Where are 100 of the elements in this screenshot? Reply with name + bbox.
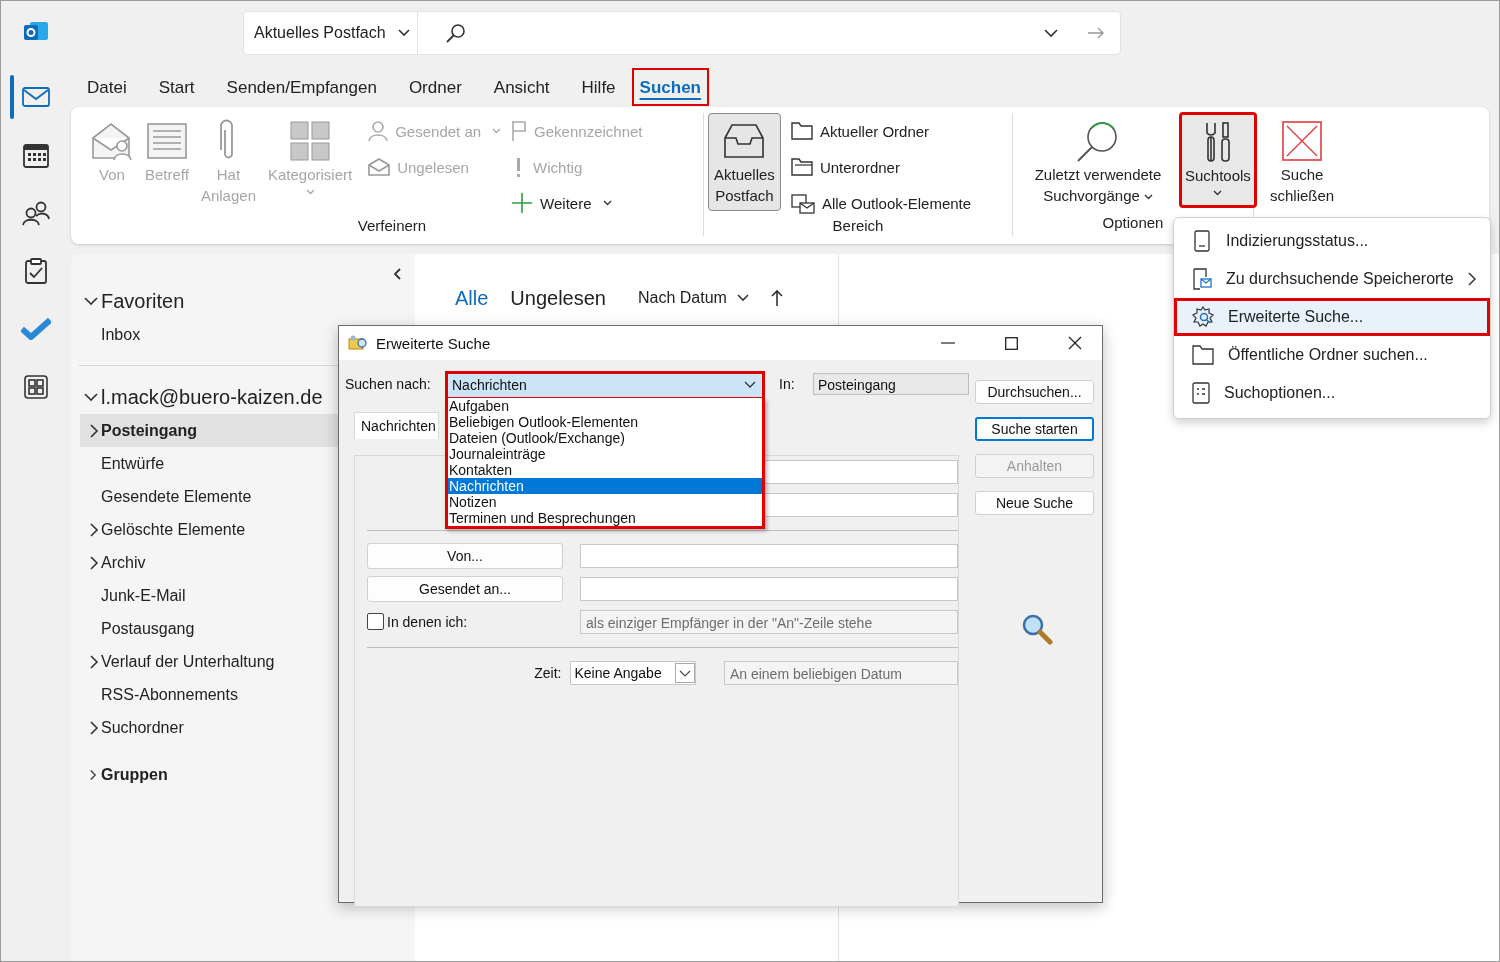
menu-item-label: Indizierungsstatus...	[1226, 232, 1370, 250]
folder-header[interactable]: Favoriten	[71, 284, 415, 318]
clipboard-check-icon[interactable]	[25, 258, 47, 284]
dropdown-option[interactable]: Journaleinträge	[448, 445, 762, 462]
folder-header-label: l.mack@buero-kaizen.de	[101, 385, 323, 409]
search-box[interactable]: Aktuelles Postfach	[243, 11, 1121, 55]
menu-item[interactable]: Zu durchsuchende Speicherorte	[1174, 260, 1490, 298]
calendar-icon[interactable]	[23, 142, 49, 168]
caret-icon	[674, 662, 695, 683]
close-icon	[1282, 118, 1323, 164]
ribbon-button[interactable]: Suchtools	[1179, 112, 1257, 208]
group-label: Optionen	[1101, 214, 1165, 233]
menu-tab[interactable]: Senden/Empfangen	[210, 68, 393, 106]
date-dropdown[interactable]: An einem beliebigen Datum	[723, 660, 958, 685]
folder-label: Gesendete Elemente	[101, 487, 252, 506]
sort-arrow-icon[interactable]	[770, 289, 783, 307]
menu-item[interactable]: Öffentliche Ordner suchen...	[1174, 336, 1490, 374]
field-label: Zeit:	[533, 664, 562, 681]
folder-label: Archiv	[101, 553, 146, 572]
group-label: Verfeinern	[356, 217, 428, 236]
folder-icon	[790, 158, 813, 176]
collapse-icon[interactable]	[393, 268, 401, 280]
sent-to-button[interactable]: Gesendet an...	[367, 575, 563, 602]
caret-icon	[744, 381, 756, 389]
folder-label: Verlauf der Unterhaltung	[101, 652, 275, 671]
filter-tab[interactable]: Ungelesen	[510, 286, 606, 310]
dropdown-option[interactable]: Kontakten	[448, 461, 762, 478]
chevron-right-icon	[87, 522, 101, 537]
calendar-envelope-icon	[790, 192, 815, 214]
document-icon	[1192, 230, 1212, 252]
dropdown-option[interactable]: Dateien (Outlook/Exchange)	[448, 429, 762, 446]
menu-tab[interactable]: Hilfe	[565, 68, 632, 106]
tools-icon	[1203, 119, 1232, 165]
menu-item[interactable]: Suchoptionen...	[1174, 374, 1490, 412]
input-field[interactable]	[580, 543, 958, 568]
caret-icon	[397, 29, 410, 37]
flag-icon	[511, 120, 528, 142]
from-button[interactable]: Von...	[367, 542, 563, 569]
dropdown-option[interactable]: Aufgaben	[448, 397, 762, 414]
folder-icon	[790, 122, 813, 140]
menu-tab[interactable]: Suchen	[631, 68, 709, 106]
plus-icon	[511, 192, 534, 214]
ribbon-button[interactable]: Unterordner	[790, 153, 972, 181]
dropdown-option[interactable]: Notizen	[448, 493, 762, 510]
caret-icon	[492, 128, 502, 134]
folder-header-label: Favoriten	[101, 289, 185, 313]
ribbon-button[interactable]: Aktuelles Postfach	[708, 113, 781, 211]
people-icon[interactable]	[22, 200, 50, 226]
dropdown-option[interactable]: Beliebigen Outlook-Elementen	[448, 413, 762, 430]
menu-item-label: Erweiterte Suche...	[1228, 308, 1365, 326]
time-dropdown[interactable]: Keine Angabe	[570, 660, 696, 685]
menu-tab[interactable]: Ansicht	[477, 68, 566, 106]
menu-tab[interactable]: Datei	[71, 68, 143, 106]
ribbon-button[interactable]: Suche schließen	[1264, 113, 1341, 211]
ribbon-button[interactable]: Weitere	[511, 189, 643, 217]
folder-header[interactable]: Gruppen	[71, 758, 415, 792]
recipient-dropdown[interactable]: als einziger Empfänger in der "An"-Zeile stehe	[580, 609, 958, 634]
checkbox[interactable]	[367, 613, 384, 630]
folder-label: Gelöschte Elemente	[101, 520, 246, 539]
menu-item-label: Suchoptionen...	[1224, 384, 1337, 402]
chevron-right-icon	[87, 555, 101, 570]
mail-icon[interactable]	[22, 86, 50, 108]
dialog-button[interactable]: Suche starten	[975, 417, 1094, 441]
grid-icon	[290, 118, 331, 164]
folder-item[interactable]: Suchordner	[80, 711, 415, 744]
search-type-dropdown[interactable]: Nachrichten	[445, 370, 765, 398]
ribbon-button[interactable]: Zuletzt verwendete Suchvorgänge	[1017, 113, 1179, 211]
chevron-right-icon	[1468, 272, 1476, 286]
close-icon[interactable]	[1068, 336, 1082, 350]
menu-item[interactable]: Indizierungsstatus...	[1174, 222, 1490, 260]
arrow-right-icon[interactable]	[1088, 27, 1104, 39]
folder-label: Suchordner	[101, 718, 184, 737]
chevron-right-icon	[87, 720, 101, 735]
search-icon[interactable]	[446, 23, 466, 43]
menu-tab[interactable]: Start	[142, 68, 211, 106]
checkmark-icon[interactable]	[21, 318, 51, 340]
apps-icon[interactable]	[24, 375, 48, 399]
chevron-down-icon[interactable]	[1044, 28, 1058, 38]
input-field[interactable]	[580, 576, 958, 601]
filter-tab[interactable]: Alle	[455, 286, 489, 310]
caret-icon	[305, 189, 315, 195]
dialog-tab[interactable]: Nachrichten	[354, 412, 439, 439]
ribbon-button[interactable]: Alle Outlook-Elemente	[790, 189, 972, 217]
folder-item[interactable]: Verlauf der Unterhaltung	[80, 645, 415, 678]
envelope-icon	[368, 158, 391, 176]
dropdown-option[interactable]: Nachrichten	[448, 477, 762, 494]
ribbon-button[interactable]: Aktueller Ordner	[790, 117, 972, 145]
dialog-button[interactable]: Durchsuchen...	[975, 380, 1094, 404]
dropdown-option[interactable]: Terminen und Besprechungen	[448, 509, 762, 526]
maximize-icon[interactable]	[1005, 336, 1018, 350]
menu-item[interactable]: Erweiterte Suche...	[1174, 298, 1490, 336]
folder-field[interactable]: Posteingang	[813, 373, 969, 395]
menu-tab[interactable]: Ordner	[392, 68, 478, 106]
folder-label: Posteingang	[101, 421, 197, 440]
gear-search-icon	[1192, 306, 1214, 328]
scope-dropdown[interactable]: Aktuelles Postfach	[244, 12, 418, 54]
settings-list-icon	[1192, 382, 1210, 404]
sort-dropdown[interactable]: Nach Datum	[638, 289, 749, 307]
magnifier-icon	[1021, 613, 1053, 645]
dialog-button[interactable]: Neue Suche	[975, 491, 1094, 515]
